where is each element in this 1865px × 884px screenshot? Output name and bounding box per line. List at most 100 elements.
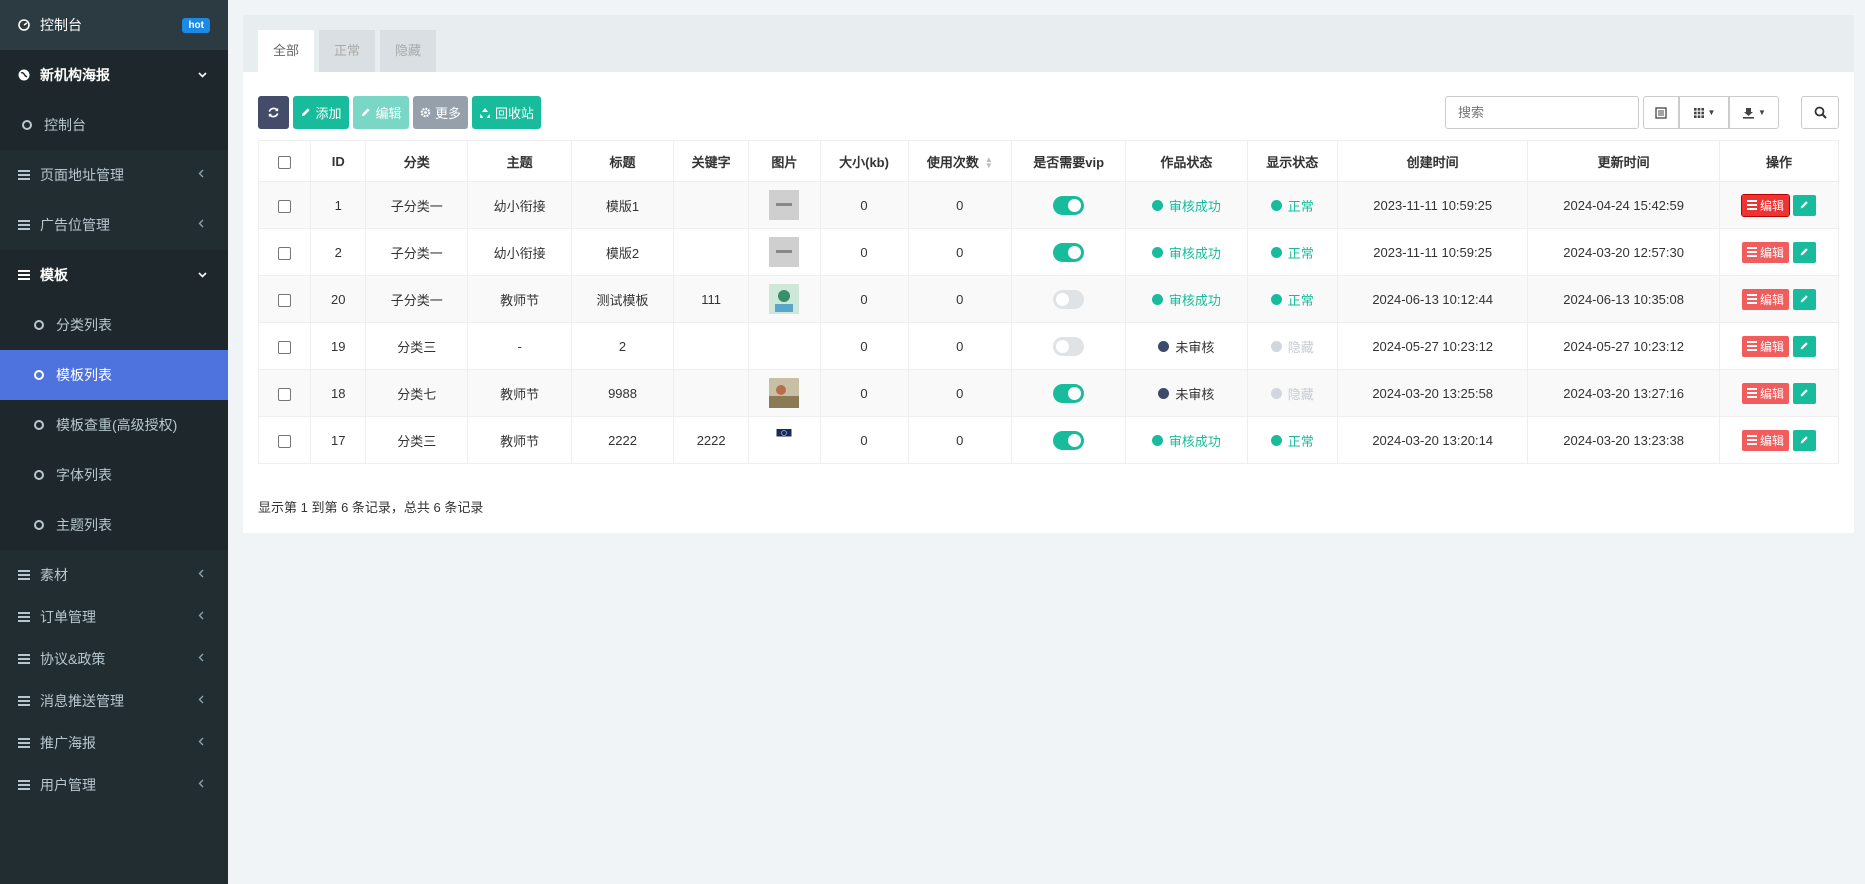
row-edit-button[interactable]: 编辑: [1741, 241, 1789, 263]
operations-cell: 编辑: [1718, 416, 1840, 464]
column-header[interactable]: 关键字: [673, 140, 750, 182]
row-checkbox[interactable]: [278, 246, 292, 260]
sidebar-item-page-url[interactable]: 页面地址管理: [0, 150, 228, 200]
sidebar-item-users[interactable]: 用户管理: [0, 764, 228, 806]
row-edit-button[interactable]: 编辑: [1741, 382, 1789, 404]
search-input[interactable]: [1445, 96, 1639, 129]
display-status[interactable]: 隐藏: [1270, 337, 1314, 356]
thumbnail-image[interactable]: [769, 378, 800, 408]
vip-toggle[interactable]: [1053, 383, 1085, 403]
row-pencil-button[interactable]: [1792, 429, 1816, 451]
table-row[interactable]: 20 子分类一 教师节 测试模板 111 0 0 审核成功 正常 2024-06-13 10:12…: [257, 275, 1840, 323]
thumbnail-image[interactable]: [769, 190, 800, 220]
sidebar-item-font-list[interactable]: 字体列表: [0, 450, 228, 500]
sidebar-item-template[interactable]: 模板: [0, 250, 228, 300]
search-icon: [1814, 106, 1827, 119]
thumbnail-image[interactable]: [769, 428, 799, 444]
sidebar-item-template-dedup[interactable]: 模板查重(高级授权): [0, 400, 228, 450]
sidebar-item-template-list[interactable]: 模板列表: [0, 350, 228, 400]
row-edit-button[interactable]: 编辑: [1740, 193, 1790, 217]
tab-normal[interactable]: 正常: [319, 30, 376, 72]
row-pencil-button[interactable]: [1792, 194, 1816, 216]
row-pencil-button[interactable]: [1792, 335, 1816, 357]
tab-all[interactable]: 全部: [258, 30, 315, 72]
tab-hidden[interactable]: 隐藏: [380, 30, 437, 72]
thumbnail-image[interactable]: [769, 237, 800, 267]
export-button[interactable]: ▼: [1729, 96, 1779, 129]
display-status[interactable]: 正常: [1270, 290, 1314, 309]
sidebar-item-dashboard[interactable]: 控制台 hot: [0, 0, 228, 50]
row-checkbox[interactable]: [278, 293, 292, 307]
display-status[interactable]: 正常: [1270, 196, 1314, 215]
vip-toggle[interactable]: [1053, 289, 1085, 309]
thumbnail-image[interactable]: [769, 284, 800, 314]
sidebar-item-push[interactable]: 消息推送管理: [0, 680, 228, 722]
column-header[interactable]: 标题: [570, 140, 675, 182]
select-all-checkbox[interactable]: [278, 155, 292, 169]
work-status-label: 审核成功: [1168, 433, 1221, 449]
table-row[interactable]: 18 分类七 教师节 9988 0 0 未审核 隐藏 2024-03-20 13:25:58 20…: [257, 369, 1840, 417]
sidebar-item-agreement[interactable]: 协议&政策: [0, 638, 228, 680]
column-header-sortable[interactable]: 使用次数 ▲ ▼: [907, 140, 1013, 182]
edit-button[interactable]: 编辑: [353, 96, 409, 129]
display-status[interactable]: 正常: [1270, 243, 1314, 262]
work-status[interactable]: 审核成功: [1151, 431, 1221, 450]
column-header[interactable]: 创建时间: [1336, 140, 1529, 182]
vip-toggle[interactable]: [1053, 430, 1085, 450]
vip-toggle[interactable]: [1053, 195, 1085, 215]
edit-button-label: 编辑: [375, 106, 402, 121]
work-status[interactable]: 未审核: [1158, 337, 1214, 356]
sidebar-item-ad-slot[interactable]: 广告位管理: [0, 200, 228, 250]
column-header[interactable]: 主题: [467, 140, 572, 182]
add-button[interactable]: 添加: [293, 96, 349, 129]
column-header[interactable]: 图片: [748, 140, 821, 182]
column-header[interactable]: 是否需要vip: [1011, 140, 1127, 182]
sidebar-item-new-org-poster[interactable]: 新机构海报: [0, 50, 228, 100]
toggle-view-button[interactable]: [1643, 96, 1679, 129]
table-row[interactable]: 2 子分类一 幼小衔接 模版2 0 0 审核成功 正常 2023-11-11 10:59:25 2…: [257, 228, 1840, 276]
work-status[interactable]: 审核成功: [1151, 243, 1221, 262]
work-status[interactable]: 审核成功: [1151, 196, 1221, 215]
column-header[interactable]: 显示状态: [1246, 140, 1339, 182]
row-pencil-button[interactable]: [1792, 241, 1816, 263]
column-header[interactable]: 大小(kb): [819, 140, 909, 182]
recycle-bin-button[interactable]: 回收站: [472, 96, 541, 129]
row-checkbox[interactable]: [278, 340, 292, 354]
sidebar-item-sub-dashboard[interactable]: 控制台: [0, 100, 228, 150]
sidebar-item-theme-list[interactable]: 主题列表: [0, 500, 228, 550]
row-pencil-button[interactable]: [1792, 382, 1816, 404]
sidebar-item-orders[interactable]: 订单管理: [0, 596, 228, 638]
row-checkbox[interactable]: [278, 387, 292, 401]
work-status[interactable]: 未审核: [1158, 384, 1214, 403]
display-status[interactable]: 正常: [1270, 431, 1314, 450]
sidebar-item-material[interactable]: 素材: [0, 554, 228, 596]
display-status[interactable]: 隐藏: [1270, 384, 1314, 403]
sidebar-item-promo-poster[interactable]: 推广海报: [0, 722, 228, 764]
row-checkbox[interactable]: [278, 199, 292, 213]
column-header[interactable]: 分类: [365, 140, 469, 182]
row-edit-button[interactable]: 编辑: [1741, 288, 1789, 310]
row-pencil-button[interactable]: [1792, 288, 1816, 310]
display-status-cell: 隐藏: [1246, 322, 1339, 370]
circle-icon: [22, 120, 32, 130]
columns-button[interactable]: ▼: [1679, 96, 1729, 129]
row-edit-button[interactable]: 编辑: [1741, 335, 1789, 357]
column-header[interactable]: 更新时间: [1527, 140, 1720, 182]
more-button[interactable]: 更多: [413, 96, 468, 129]
sidebar-item-category-list[interactable]: 分类列表: [0, 300, 228, 350]
chevron-left-icon: [198, 779, 210, 791]
row-checkbox[interactable]: [278, 434, 292, 448]
row-select-cell: [257, 228, 312, 276]
vip-toggle[interactable]: [1053, 242, 1085, 262]
search-button[interactable]: [1801, 96, 1839, 129]
created-cell: 2023-11-11 10:59:25: [1336, 181, 1529, 229]
row-edit-button[interactable]: 编辑: [1741, 429, 1789, 451]
table-row[interactable]: 1 子分类一 幼小衔接 模版1 0 0 审核成功 正常 2023-11-11 10:59:25 2…: [257, 181, 1840, 229]
vip-toggle[interactable]: [1053, 336, 1085, 356]
table-row[interactable]: 19 分类三 -2 0 0 未审核 隐藏 2024-05-27 10:23:12 2024-05…: [257, 322, 1840, 370]
table-row[interactable]: 17 分类三 教师节 2222 2222 0 0 审核成功 正常 2024-03-20 13:20…: [257, 416, 1840, 464]
work-status[interactable]: 审核成功: [1151, 290, 1221, 309]
column-header[interactable]: 作品状态: [1125, 140, 1248, 182]
column-header[interactable]: ID: [310, 140, 367, 182]
refresh-button[interactable]: [258, 96, 289, 129]
